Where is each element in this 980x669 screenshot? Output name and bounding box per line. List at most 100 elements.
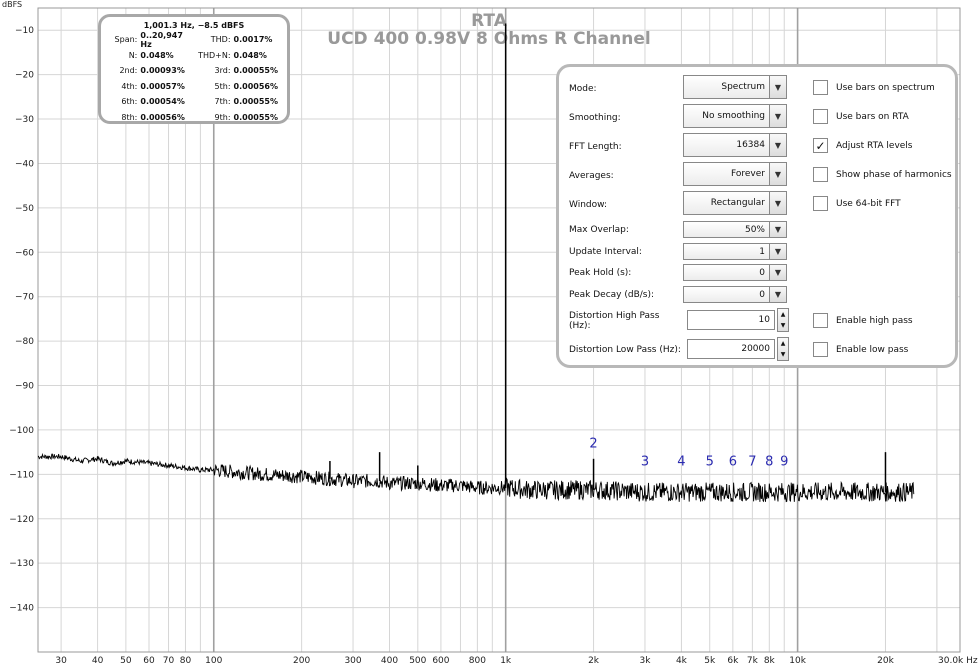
enable-low-pass-option[interactable]: Enable low pass bbox=[813, 342, 908, 357]
high-pass-value[interactable]: 10 bbox=[687, 310, 775, 330]
y-tick-label: −140 bbox=[9, 604, 34, 614]
x-axis-ticks: 30 40 50 60 70 80 100 200 300 400 500 600 800 1k 2k 3k 4… bbox=[55, 656, 894, 666]
smoothing-label: Smoothing: bbox=[569, 113, 621, 123]
peak-decay-label: Peak Decay (dB/s): bbox=[569, 290, 655, 300]
averages-label: Averages: bbox=[569, 171, 614, 181]
harmonic-marker-label: 9 bbox=[780, 454, 788, 469]
low-pass-value[interactable]: 20000 bbox=[687, 339, 775, 359]
harmonic-marker-label: 7 bbox=[748, 454, 756, 469]
x-tick-label: 3k bbox=[639, 656, 651, 666]
y-tick-label: −30 bbox=[15, 115, 34, 125]
bars-spectrum-checkbox[interactable] bbox=[813, 80, 828, 95]
stats-label: 5th: bbox=[214, 81, 231, 91]
peak-decay-select[interactable]: 0 ▼ bbox=[683, 286, 787, 303]
stats-value: 0.00055% bbox=[233, 97, 278, 107]
harmonic-marker-label: 6 bbox=[729, 454, 737, 469]
averages-value: Forever bbox=[731, 169, 765, 179]
y-tick-label: −110 bbox=[9, 470, 34, 480]
chevron-down-icon: ▼ bbox=[769, 76, 786, 98]
window-label: Window: bbox=[569, 200, 608, 210]
y-axis-label: dBFS bbox=[2, 0, 22, 9]
stats-value: 0.0017% bbox=[233, 35, 273, 45]
fft-length-label: FFT Length: bbox=[569, 142, 622, 152]
stats-value: 0.00055% bbox=[233, 112, 278, 122]
stats-row: 2nd: 0.00093% 3rd: 0.00055% bbox=[107, 63, 281, 79]
mode-select[interactable]: Spectrum ▼ bbox=[683, 75, 787, 99]
stats-value: 0.00054% bbox=[140, 97, 185, 107]
smoothing-select[interactable]: No smoothing ▼ bbox=[683, 104, 787, 128]
peak-readout: 1,001.3 Hz, −8.5 dBFS bbox=[143, 21, 245, 30]
y-tick-label: −70 bbox=[15, 293, 34, 303]
fft-64bit-label: Use 64-bit FFT bbox=[836, 198, 901, 209]
update-interval-label: Update Interval: bbox=[569, 247, 642, 257]
x-tick-label: 6k bbox=[727, 656, 739, 666]
stats-row: 6th: 0.00054% 7th: 0.00055% bbox=[107, 94, 281, 110]
bars-spectrum-option[interactable]: Use bars on spectrum bbox=[813, 80, 935, 95]
enable-high-pass-option[interactable]: Enable high pass bbox=[813, 313, 913, 328]
fft-64bit-option[interactable]: Use 64-bit FFT bbox=[813, 196, 901, 211]
stats-value: 0.00093% bbox=[140, 66, 185, 76]
high-pass-label: Distortion High Pass (Hz): bbox=[569, 311, 660, 331]
stats-value: 0.00055% bbox=[233, 66, 278, 76]
x-tick-label: 2k bbox=[588, 656, 600, 666]
stats-value: 0.00057% bbox=[140, 81, 185, 91]
chevron-down-icon: ▼ bbox=[769, 244, 786, 259]
bars-spectrum-label: Use bars on spectrum bbox=[836, 82, 935, 93]
fft-64bit-checkbox[interactable] bbox=[813, 196, 828, 211]
harmonic-marker-label: 3 bbox=[641, 454, 649, 469]
harmonic-marker-label: 2 bbox=[589, 437, 597, 452]
phase-harmonics-option[interactable]: Show phase of harmonics bbox=[813, 167, 952, 182]
enable-low-pass-label: Enable low pass bbox=[836, 344, 909, 355]
y-tick-label: −130 bbox=[9, 559, 34, 569]
chart-title: RTA bbox=[471, 11, 508, 31]
mode-label: Mode: bbox=[569, 84, 597, 94]
y-tick-label: −100 bbox=[9, 426, 34, 436]
chevron-down-icon: ▼ bbox=[769, 287, 786, 302]
peak-hold-select[interactable]: 0 ▼ bbox=[683, 264, 787, 281]
stats-label: 8th: bbox=[121, 112, 138, 122]
averages-row: Averages: bbox=[569, 164, 681, 188]
fft-length-select[interactable]: 16384 ▼ bbox=[683, 133, 787, 157]
low-pass-stepper[interactable]: 20000 ▲ ▼ bbox=[687, 337, 789, 361]
x-tick-label: 800 bbox=[469, 656, 486, 666]
harmonic-marker-label: 4 bbox=[677, 454, 685, 469]
stepper-arrows-icon[interactable]: ▲ ▼ bbox=[777, 337, 789, 361]
high-pass-stepper[interactable]: 10 ▲ ▼ bbox=[687, 308, 789, 332]
enable-low-pass-checkbox[interactable] bbox=[813, 342, 828, 357]
mode-row: Mode: bbox=[569, 77, 681, 101]
stats-label: Span: bbox=[114, 35, 138, 45]
overlap-row: Max Overlap: bbox=[569, 221, 681, 239]
chevron-down-icon: ▼ bbox=[769, 105, 786, 127]
chart-subtitle: UCD 400 0.98V 8 Ohms R Channel bbox=[327, 29, 650, 49]
x-tick-label: 40 bbox=[92, 656, 104, 666]
peak-hold-row: Peak Hold (s): bbox=[569, 264, 681, 282]
chevron-down-icon: ▼ bbox=[769, 265, 786, 280]
distortion-stats-panel: 1,001.3 Hz, −8.5 dBFS Span: 0..20,947 Hz … bbox=[98, 14, 290, 124]
bars-rta-checkbox[interactable] bbox=[813, 109, 828, 124]
phase-harmonics-checkbox[interactable] bbox=[813, 167, 828, 182]
window-value: Rectangular bbox=[710, 198, 765, 208]
bars-rta-option[interactable]: Use bars on RTA bbox=[813, 109, 909, 124]
averages-select[interactable]: Forever ▼ bbox=[683, 162, 787, 186]
x-tick-label: 200 bbox=[293, 656, 310, 666]
max-overlap-select[interactable]: 50% ▼ bbox=[683, 221, 787, 238]
x-tick-label: 4k bbox=[676, 656, 688, 666]
adjust-rta-option[interactable]: ✓ Adjust RTA levels bbox=[813, 138, 913, 153]
peak-hold-label: Peak Hold (s): bbox=[569, 268, 632, 278]
stats-label: 6th: bbox=[121, 97, 138, 107]
x-tick-label: 5k bbox=[704, 656, 716, 666]
harmonic-marker-label: 5 bbox=[706, 454, 714, 469]
adjust-rta-checkbox[interactable]: ✓ bbox=[813, 138, 828, 153]
stepper-arrows-icon[interactable]: ▲ ▼ bbox=[777, 308, 789, 332]
update-interval-select[interactable]: 1 ▼ bbox=[683, 243, 787, 260]
enable-high-pass-checkbox[interactable] bbox=[813, 313, 828, 328]
chevron-down-icon: ▼ bbox=[769, 163, 786, 185]
x-tick-label: 70 bbox=[163, 656, 175, 666]
window-select[interactable]: Rectangular ▼ bbox=[683, 191, 787, 215]
window-row: Window: bbox=[569, 193, 681, 217]
y-tick-label: −90 bbox=[15, 382, 34, 392]
stats-value: 0.048% bbox=[233, 50, 267, 60]
phase-harmonics-label: Show phase of harmonics bbox=[836, 169, 952, 180]
y-tick-label: −50 bbox=[15, 204, 34, 214]
x-tick-label: 60 bbox=[143, 656, 155, 666]
